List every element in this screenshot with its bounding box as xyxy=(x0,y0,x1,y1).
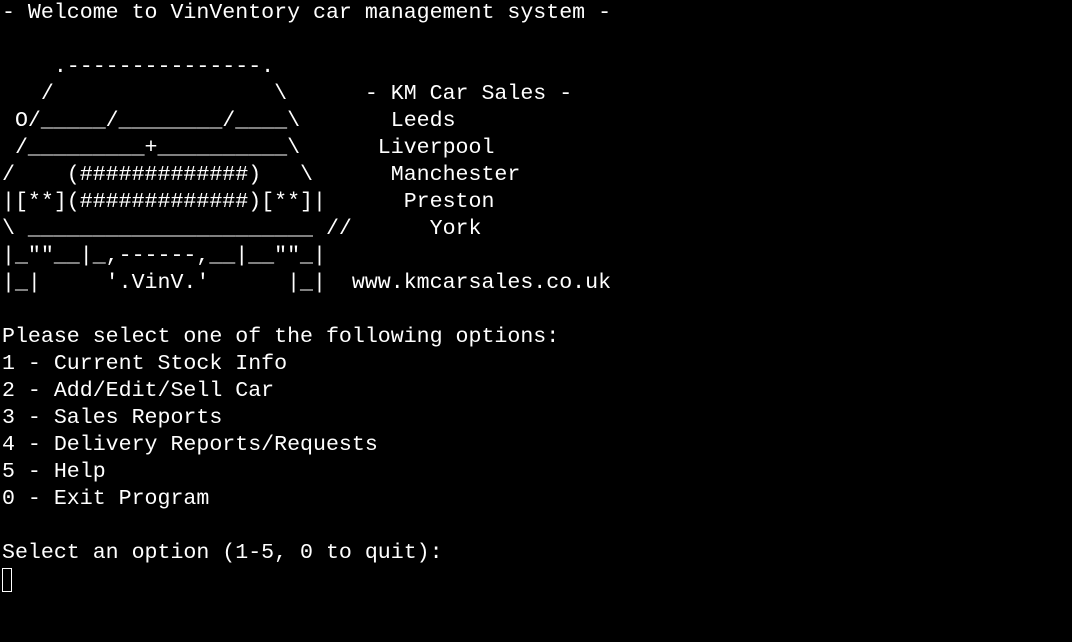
banner-line: |_""__|_,------,__|__""_| xyxy=(2,244,326,268)
banner-line: .---------------. xyxy=(2,55,275,79)
terminal-window[interactable]: - Welcome to VinVentory car management s… xyxy=(2,0,1070,642)
banner-line: O/_____/________/____\ Leeds xyxy=(2,109,456,133)
banner-line: / \ - KM Car Sales - xyxy=(2,82,573,106)
menu-option-exit: 0 - Exit Program xyxy=(2,487,210,511)
menu-option-add-edit-sell: 2 - Add/Edit/Sell Car xyxy=(2,379,275,403)
text-cursor xyxy=(2,568,12,592)
input-line[interactable] xyxy=(2,567,1070,594)
banner-line: |[**](#############)[**]| Preston xyxy=(2,190,495,214)
banner-line: / (#############) \ Manchester xyxy=(2,163,521,187)
menu-option-stock: 1 - Current Stock Info xyxy=(2,352,288,376)
banner-line xyxy=(2,27,1070,54)
menu-option-delivery: 4 - Delivery Reports/Requests xyxy=(2,433,378,457)
input-prompt: Select an option (1-5, 0 to quit): xyxy=(2,541,443,565)
banner-line: \ ______________________ // York xyxy=(2,217,482,241)
welcome-line: - Welcome to VinVentory car management s… xyxy=(2,1,612,25)
banner-line: |_| '.VinV.' |_| www.kmcarsales.co.uk xyxy=(2,271,612,295)
menu-option-sales-reports: 3 - Sales Reports xyxy=(2,406,223,430)
menu-option-help: 5 - Help xyxy=(2,460,106,484)
banner-line: /_________+__________\ Liverpool xyxy=(2,136,495,160)
menu-heading: Please select one of the following optio… xyxy=(2,325,560,349)
